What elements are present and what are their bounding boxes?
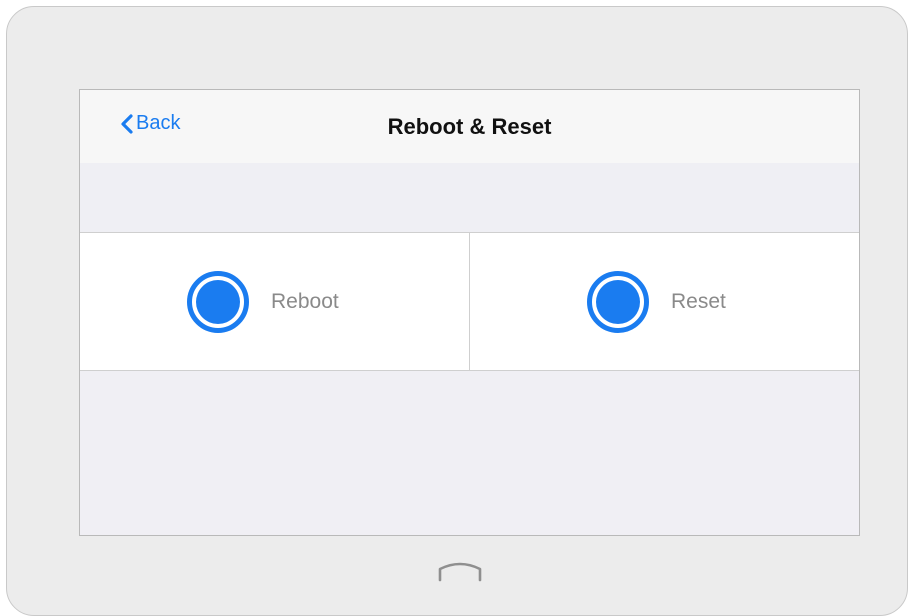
reboot-option[interactable]: Reboot (80, 233, 470, 370)
device-frame: Back Reboot & Reset Reboot Reset (6, 6, 908, 616)
section-spacer (80, 163, 859, 232)
reboot-label: Reboot (271, 289, 339, 313)
options-row: Reboot Reset (80, 232, 859, 371)
reset-option[interactable]: Reset (470, 233, 859, 370)
radio-selected-dot (196, 279, 240, 324)
reboot-radio-icon[interactable] (187, 270, 249, 333)
reset-radio-icon[interactable] (587, 270, 649, 333)
navigation-bar: Back Reboot & Reset (80, 90, 859, 164)
radio-selected-dot (596, 279, 640, 324)
home-button-icon[interactable] (434, 557, 486, 588)
page-title: Reboot & Reset (387, 114, 552, 139)
reset-label: Reset (671, 289, 726, 313)
screen: Back Reboot & Reset Reboot Reset (79, 89, 860, 536)
